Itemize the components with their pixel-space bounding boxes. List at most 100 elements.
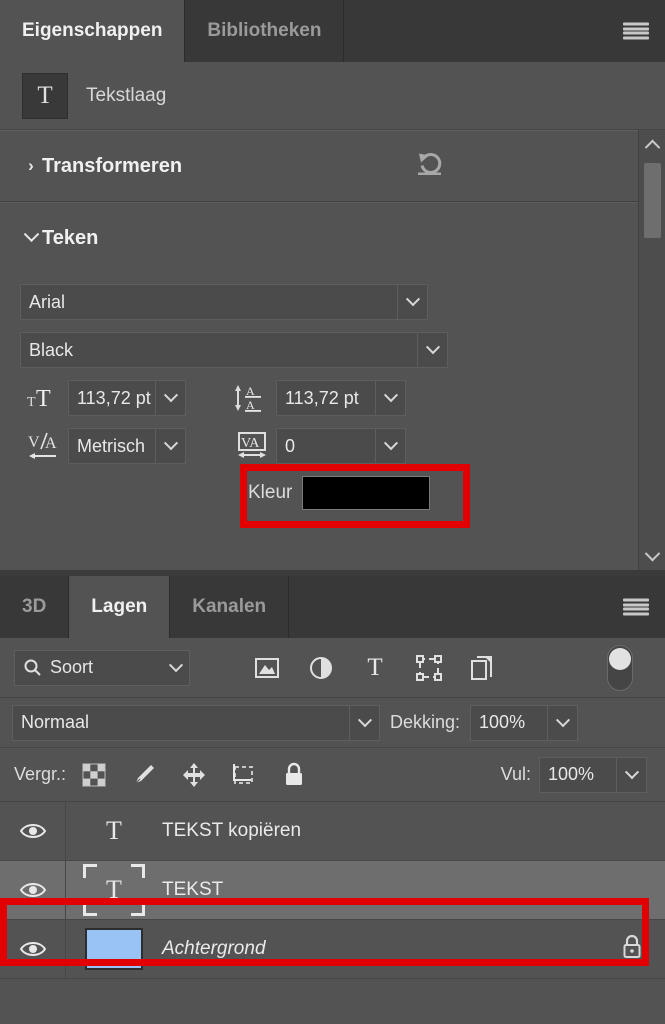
scroll-up-icon[interactable]	[644, 130, 660, 158]
color-swatch[interactable]	[302, 476, 431, 510]
table-row[interactable]: Achtergrond	[0, 920, 665, 979]
filter-kind-label: Soort	[50, 657, 94, 677]
lock-icon-group	[80, 761, 308, 789]
scrollbar-track[interactable]	[639, 158, 665, 542]
fill-label: Vul:	[500, 764, 531, 784]
font-style-row: Black	[20, 332, 645, 368]
filter-enable-toggle[interactable]	[607, 644, 633, 691]
leading-input[interactable]: 113,72 pt	[276, 380, 406, 416]
table-row[interactable]: T TEKST	[0, 861, 665, 920]
filter-type-icon[interactable]: T	[360, 653, 390, 683]
font-size-input[interactable]: 113,72 pt	[68, 380, 186, 416]
toggle-knob[interactable]	[609, 647, 631, 670]
chevron-down-icon[interactable]	[168, 657, 184, 672]
eye-icon	[19, 883, 46, 897]
tab-kanalen[interactable]: Kanalen	[170, 576, 290, 638]
tab-bibliotheken[interactable]: Bibliotheken	[185, 0, 345, 62]
font-style-select[interactable]: Black	[20, 332, 448, 368]
hamburger-menu-icon[interactable]	[623, 22, 649, 40]
lock-icon[interactable]	[621, 934, 643, 965]
text-layer-icon: T	[22, 72, 68, 119]
font-family-select[interactable]: Arial	[20, 284, 428, 320]
kerning-tracking-row: V A Metrisch VA 0	[20, 428, 645, 464]
filter-image-icon[interactable]	[252, 653, 282, 683]
layers-panel: 3D Lagen Kanalen Soort T Normaal Dekking…	[0, 576, 665, 979]
leading-value: 113,72 pt	[277, 381, 375, 415]
layers-tabbar: 3D Lagen Kanalen	[0, 576, 665, 638]
font-family-row: Arial	[20, 284, 645, 320]
blend-mode-row: Normaal Dekking: 100%	[0, 698, 665, 748]
tab-3d[interactable]: 3D	[0, 576, 70, 638]
svg-text:V: V	[28, 434, 40, 451]
lock-row: Vergr.: Vul: 100%	[0, 748, 665, 802]
chevron-down-icon[interactable]	[547, 705, 578, 740]
fill-input[interactable]: 100%	[539, 756, 647, 793]
size-leading-row: T T 113,72 pt A A 113,72 pt	[20, 380, 645, 416]
chevron-down-icon[interactable]	[417, 333, 447, 367]
tab-label: Eigenschappen	[22, 20, 163, 41]
layer-name[interactable]: TEKST kopiëren	[162, 820, 301, 842]
opacity-input[interactable]: 100%	[470, 704, 579, 741]
layer-thumbnail[interactable]	[66, 928, 162, 970]
chevron-down-icon[interactable]	[155, 429, 185, 463]
scroll-down-icon[interactable]	[644, 542, 660, 570]
tracking-input[interactable]: 0	[276, 428, 406, 464]
filter-shape-icon[interactable]	[414, 653, 444, 683]
chevron-down-icon[interactable]	[397, 285, 427, 319]
layer-name[interactable]: Achtergrond	[162, 938, 266, 960]
section-teken[interactable]: Teken	[0, 202, 665, 274]
opacity-value: 100%	[471, 705, 548, 740]
chevron-down-icon[interactable]	[20, 226, 42, 244]
lock-all-icon[interactable]	[280, 761, 308, 789]
color-label: Kleur	[248, 482, 293, 503]
text-layer-thumbnail: T	[106, 816, 122, 845]
font-size-icon: T T	[20, 384, 68, 412]
blend-mode-select[interactable]: Normaal	[12, 704, 380, 741]
tab-eigenschappen[interactable]: Eigenschappen	[0, 0, 186, 62]
lock-image-icon[interactable]	[130, 761, 158, 789]
properties-scrollbar[interactable]	[638, 130, 665, 570]
kerning-select[interactable]: Metrisch	[68, 428, 186, 464]
leading-icon: A A	[228, 382, 276, 414]
hamburger-menu-icon[interactable]	[623, 598, 649, 616]
chevron-down-icon[interactable]	[616, 757, 646, 792]
layer-visibility-toggle[interactable]	[0, 861, 66, 919]
svg-text:A: A	[246, 384, 255, 398]
layer-list: T TEKST kopiëren T TEKST Achtergrond	[0, 802, 665, 979]
chevron-down-icon[interactable]	[349, 705, 379, 740]
reset-transform-icon[interactable]	[414, 149, 446, 184]
svg-text:A: A	[246, 398, 255, 412]
layer-name[interactable]: TEKST	[162, 879, 223, 901]
photoshop-panels: Eigenschappen Bibliotheken T Tekstlaag ›…	[0, 0, 665, 1024]
filter-adjustment-icon[interactable]	[306, 653, 336, 683]
svg-text:A: A	[45, 435, 57, 452]
lock-position-icon[interactable]	[180, 761, 208, 789]
table-row[interactable]: T TEKST kopiëren	[0, 802, 665, 861]
chevron-down-icon[interactable]	[375, 381, 405, 415]
layer-thumbnail[interactable]: T	[66, 816, 162, 846]
lock-label: Vergr.:	[14, 764, 67, 784]
text-color-control[interactable]: Kleur	[234, 476, 431, 510]
section-title: Teken	[42, 227, 99, 249]
section-transformeren[interactable]: › Transformeren	[0, 130, 665, 202]
layer-visibility-toggle[interactable]	[0, 920, 66, 978]
layer-thumbnail[interactable]: T	[66, 864, 162, 916]
tab-lagen[interactable]: Lagen	[69, 576, 171, 638]
tab-label: Lagen	[91, 596, 148, 617]
chevron-right-icon[interactable]: ›	[20, 156, 42, 176]
color-row: Kleur	[20, 476, 645, 510]
scrollbar-thumb[interactable]	[644, 163, 661, 238]
lock-transparency-icon[interactable]	[80, 761, 108, 789]
lock-artboard-icon[interactable]	[230, 761, 258, 789]
eye-icon	[19, 824, 46, 838]
filter-kind-select[interactable]: Soort	[14, 649, 190, 686]
layer-visibility-toggle[interactable]	[0, 802, 66, 860]
properties-scroll-area: › Transformeren Teken Arial Black T T 11…	[0, 130, 665, 570]
blend-mode-value: Normaal	[13, 705, 349, 740]
filter-smartobject-icon[interactable]	[468, 653, 498, 683]
chevron-down-icon[interactable]	[375, 429, 405, 463]
font-style-value: Black	[21, 333, 417, 367]
properties-tabbar: Eigenschappen Bibliotheken	[0, 0, 665, 62]
search-icon	[24, 659, 41, 676]
chevron-down-icon[interactable]	[155, 381, 185, 415]
